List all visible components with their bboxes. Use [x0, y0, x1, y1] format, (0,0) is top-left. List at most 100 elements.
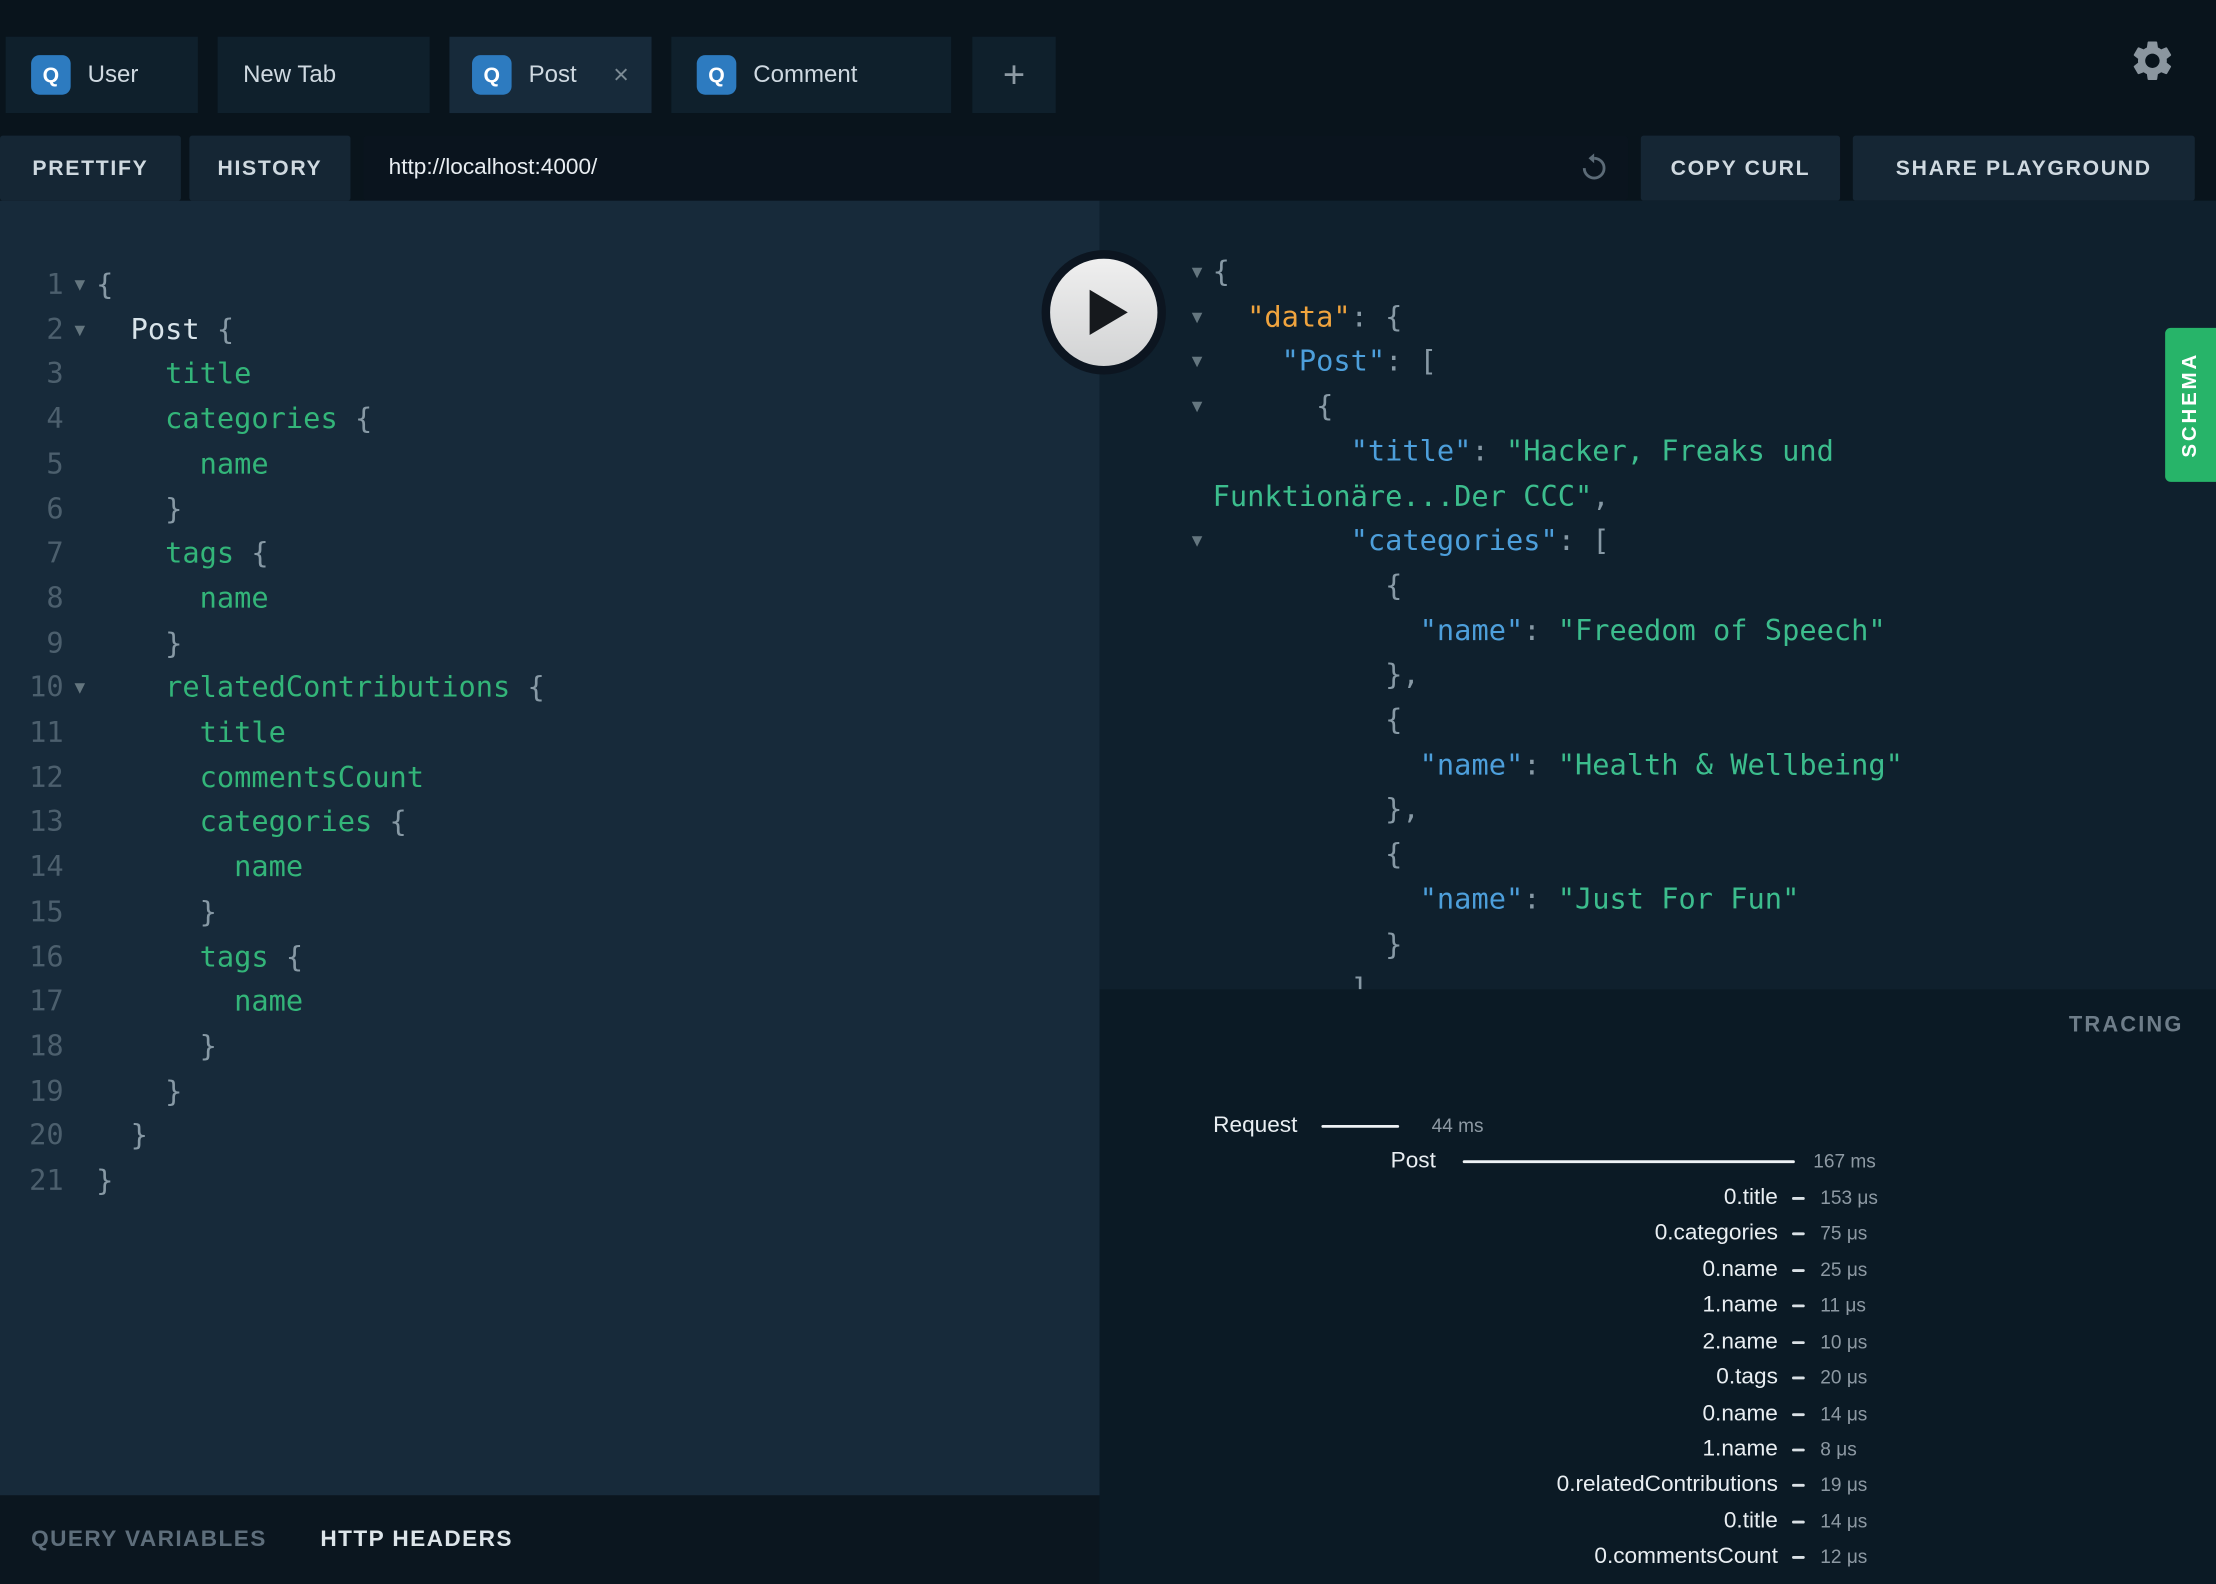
response-line: }, [1181, 788, 2216, 833]
graphql-playground-window: Q User New Tab Q Post × Q Comment + PRETTIFY HI… [0, 0, 2216, 1584]
code-token: name [96, 580, 269, 615]
query-editor-code[interactable]: 1 ▾{2 ▾ Post {3 title 4 categories {5 name 6… [0, 263, 1100, 1204]
fold-caret-icon[interactable]: ▾ [1181, 385, 1212, 430]
prettify-button[interactable]: PRETTIFY [0, 135, 181, 201]
query-variables-tab[interactable]: QUERY VARIABLES [31, 1527, 267, 1552]
response-line: ▾ "categories": [ [1181, 519, 2216, 564]
code-line: tags { [96, 935, 1099, 980]
code-token: } [96, 1163, 114, 1198]
play-icon [1089, 289, 1128, 335]
code-line: "categories": [ [1213, 519, 2075, 564]
code-token: : { [1350, 299, 1403, 334]
plus-icon: + [1002, 52, 1026, 96]
trace-time: 25 μs [1820, 1258, 1868, 1281]
tab-label: Comment [753, 60, 858, 88]
trace-row: 1.name 11 μs [1100, 1288, 2216, 1324]
trace-time: 44 ms [1431, 1115, 1484, 1137]
settings-gear-icon[interactable] [2128, 37, 2176, 85]
query-line: 13 categories { [0, 801, 1100, 846]
trace-row: 0.commentsCount 12 μs [1100, 1539, 2216, 1575]
trace-label: 0.commentsCount [1594, 1545, 1778, 1570]
history-button[interactable]: HISTORY [189, 135, 351, 201]
fold-caret-icon[interactable]: ▾ [1181, 250, 1212, 295]
tab-post[interactable]: Q Post × [449, 36, 652, 114]
fold-caret-icon[interactable]: ▾ [64, 263, 97, 308]
code-line: Post { [96, 308, 1099, 353]
http-headers-tab[interactable]: HTTP HEADERS [320, 1527, 512, 1552]
trace-label: 2.name [1702, 1329, 1778, 1354]
response-line: ▾ { [1181, 385, 2216, 430]
code-token: , [1592, 478, 1610, 513]
trace-bar [1792, 1232, 1805, 1236]
response-line: }, [1181, 653, 2216, 698]
trace-time: 153 μs [1820, 1186, 1878, 1209]
line-number: 9 [46, 625, 64, 660]
endpoint-url-input[interactable] [363, 135, 1629, 201]
fold-caret-icon[interactable]: ▾ [1181, 340, 1212, 385]
trace-row: 0.name 25 μs [1100, 1252, 2216, 1288]
code-line: }, [1213, 653, 2075, 698]
query-line: 9 } [0, 621, 1100, 666]
tab-new-tab[interactable]: New Tab [217, 36, 430, 114]
code-token: } [96, 625, 183, 660]
trace-label: 1.name [1702, 1293, 1778, 1318]
reload-icon[interactable] [1577, 151, 1611, 185]
code-token: } [1212, 926, 1403, 961]
query-line: 11 title [0, 711, 1100, 756]
code-line: } [96, 1114, 1099, 1159]
share-playground-button[interactable]: SHARE PLAYGROUND [1852, 135, 2195, 201]
code-token: { [372, 804, 407, 839]
trace-row: Post 167 ms [1100, 1144, 2216, 1180]
fold-caret-icon[interactable]: ▾ [64, 666, 97, 711]
code-line: }, [1213, 788, 2075, 833]
code-token: tags [96, 939, 269, 974]
code-token: } [96, 1118, 148, 1153]
close-tab-icon[interactable]: × [613, 61, 629, 88]
code-line: tags { [96, 532, 1099, 577]
code-token: commentsCount [96, 759, 425, 794]
code-token: } [96, 894, 217, 929]
fold-caret-icon[interactable]: ▾ [1181, 295, 1212, 340]
line-number: 1 [46, 267, 64, 302]
trace-row: 0.categories [1100, 1575, 2216, 1584]
code-token: relatedContributions [96, 670, 511, 705]
response-line: { [1181, 833, 2216, 878]
code-token: ], [1212, 971, 1386, 990]
fold-caret-icon[interactable]: ▾ [64, 308, 97, 353]
code-line: { [1213, 564, 2075, 609]
code-token: "name" [1419, 612, 1524, 647]
code-token: "Freedom of Speech" [1557, 612, 1886, 647]
fold-caret-icon[interactable]: ▾ [1181, 519, 1212, 564]
query-editor-pane[interactable]: 1 ▾{2 ▾ Post {3 title 4 categories {5 name 6… [0, 200, 1100, 1584]
trace-row: 0.tags 20 μs [1100, 1360, 2216, 1396]
trace-bar [1792, 1340, 1805, 1344]
code-token: "Post" [1281, 343, 1386, 378]
execute-query-button[interactable] [1041, 250, 1166, 375]
code-token: { [1212, 388, 1334, 423]
code-line: title [96, 352, 1099, 397]
copy-curl-button[interactable]: COPY CURL [1640, 135, 1841, 201]
tab-user[interactable]: Q User [5, 36, 198, 114]
code-token: { [96, 267, 114, 302]
tab-comment[interactable]: Q Comment [671, 36, 952, 114]
line-number: 18 [29, 1028, 64, 1063]
code-token: : [1523, 612, 1558, 647]
line-number: 20 [29, 1118, 64, 1153]
code-line: categories { [96, 801, 1099, 846]
new-tab-button[interactable]: + [972, 36, 1056, 114]
tracing-panel: TRACING Request 44 ms Post 167 ms 0.title 153… [1099, 989, 2216, 1584]
query-badge-icon: Q [31, 55, 71, 95]
trace-row: Request 44 ms [1100, 1108, 2216, 1144]
trace-label: 0.title [1723, 1509, 1778, 1534]
schema-tab[interactable]: SCHEMA [2165, 327, 2216, 482]
